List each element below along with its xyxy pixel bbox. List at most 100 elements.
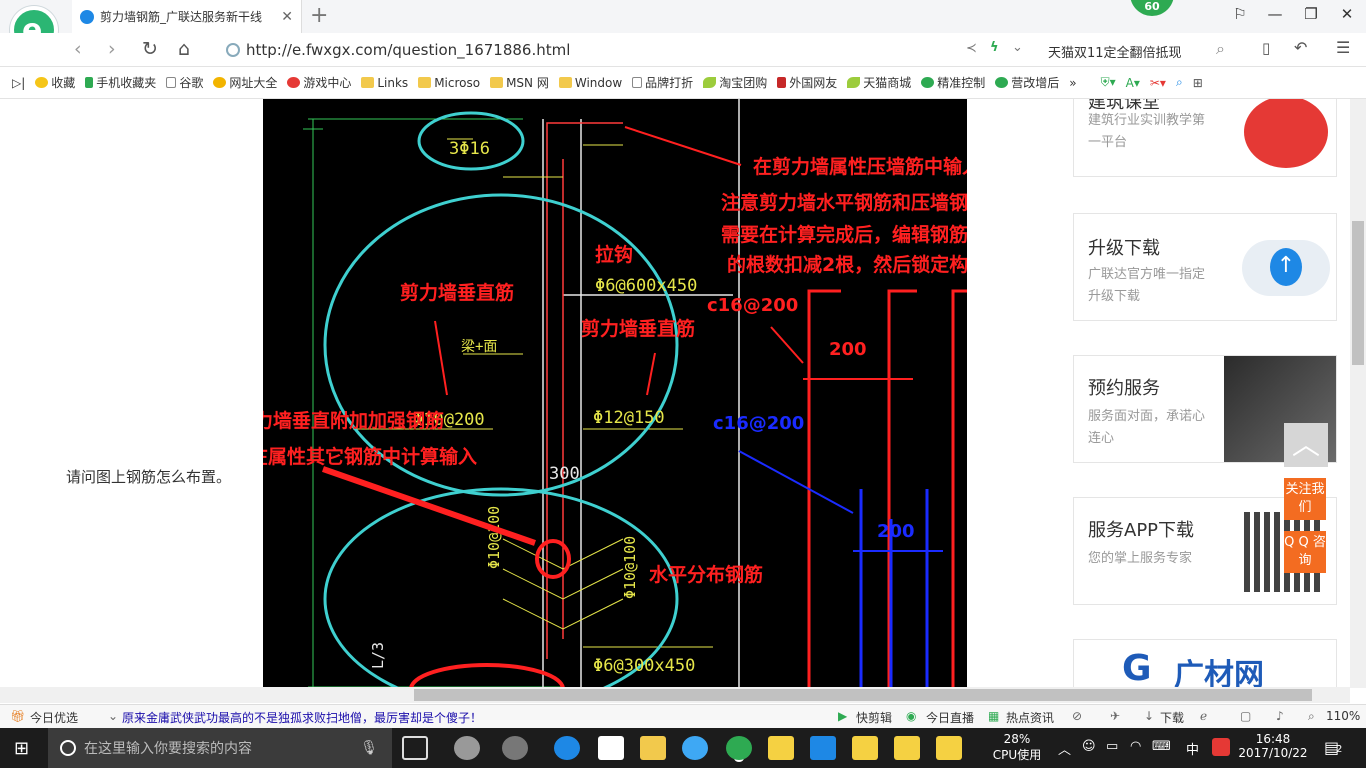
annotation-horizontal-dist: 水平分布钢筋 <box>649 563 763 586</box>
ad-card-training[interactable]: 建筑课堂 建筑行业实训教学第一平台 <box>1073 99 1337 177</box>
minimize-button[interactable]: — <box>1260 5 1290 23</box>
phone-icon[interactable]: ▯ <box>1262 39 1270 57</box>
cad-text-stirrup: Φ6@300x450 <box>593 656 695 676</box>
share-icon[interactable]: ≺ <box>966 41 977 56</box>
refresh-icon[interactable]: ↻ <box>142 38 158 60</box>
sidebar-toggle-icon[interactable]: ▷| <box>12 76 25 90</box>
more-bookmarks-icon[interactable]: » <box>1069 76 1076 90</box>
network-icon[interactable]: ▭ <box>1106 739 1118 754</box>
people-icon[interactable]: ☺ <box>1082 739 1096 754</box>
help-app-icon[interactable] <box>936 736 962 760</box>
keyboard-icon[interactable]: ⌨ <box>1152 739 1171 754</box>
vertical-scrollbar[interactable] <box>1350 99 1366 688</box>
promo-text[interactable]: 天猫双11定全翻倍抵现 <box>1048 42 1182 61</box>
ad-card-gcw[interactable]: G 广材网 <box>1073 639 1337 687</box>
live-link[interactable]: 今日直播 <box>926 709 974 726</box>
plus-app-icon[interactable] <box>810 736 836 760</box>
ad-card-upgrade[interactable]: 升级下载 广联达官方唯一指定升级下载 ↑ <box>1073 213 1337 321</box>
clock[interactable]: 16:48 2017/10/22 <box>1238 732 1308 760</box>
glodon-app-icon[interactable] <box>502 736 528 760</box>
browser-taskbar-icon[interactable] <box>726 736 752 760</box>
bookmark-item[interactable]: 游戏中心 <box>287 74 351 91</box>
bookmark-item[interactable]: 营改增后 <box>995 74 1059 91</box>
store-icon[interactable] <box>598 736 624 760</box>
hot-news-link[interactable]: 热点资讯 <box>1006 709 1054 726</box>
annotation-note-line3: 的根数扣减2根，然后锁定构件 <box>727 253 967 276</box>
bookmark-item[interactable]: 精准控制 <box>921 74 985 91</box>
taskbar-search-input[interactable]: 在这里输入你要搜索的内容 🎙︎ <box>48 728 392 768</box>
tab-current[interactable]: 剪力墙钢筋_广联达服务新干线 ✕ <box>72 0 302 33</box>
sogou-ime-icon[interactable] <box>1212 738 1230 756</box>
forward-icon[interactable]: › <box>108 38 116 60</box>
download-arrow-icon: ↓ <box>1144 709 1155 723</box>
speed-icon[interactable]: ⊘ <box>1072 709 1082 723</box>
wifi-icon[interactable]: ◠ <box>1130 739 1141 754</box>
volume-icon[interactable]: ♪ <box>1276 709 1284 723</box>
bookmark-item[interactable]: MSN 网 <box>490 74 549 91</box>
news-ticker-link[interactable]: 原来金庸武侠武功最高的不是独孤求败扫地僧，最厉害却是个傻子！ <box>122 709 482 726</box>
address-bar[interactable]: http://e.fwxgx.com/question_1671886.html <box>226 37 946 63</box>
quick-cut-link[interactable]: 快剪辑 <box>856 709 892 726</box>
bookmark-item[interactable]: 谷歌 <box>166 74 203 91</box>
file-explorer-icon[interactable] <box>640 736 666 760</box>
tab-close-icon[interactable]: ✕ <box>281 9 293 25</box>
undo-icon[interactable]: ↶ <box>1294 38 1307 57</box>
news-icon: ▦ <box>988 709 1000 723</box>
chevron-down-icon[interactable]: ⌄ <box>1012 40 1023 55</box>
qq-consult-button[interactable]: Q Q 咨询 <box>1284 531 1326 573</box>
bookmark-item[interactable]: 品牌打折 <box>632 74 693 91</box>
ie-icon[interactable] <box>682 736 708 760</box>
vertical-scrollbar-thumb[interactable] <box>1352 221 1364 365</box>
zoom-level[interactable]: 110% <box>1326 709 1360 723</box>
chevron-down-icon: ⌄ <box>108 709 119 723</box>
ime-indicator[interactable]: 中 <box>1186 739 1199 758</box>
bookmark-item[interactable]: 收藏 <box>35 74 75 91</box>
globe-icon <box>226 43 240 57</box>
gift-icon: 🎁︎ <box>10 709 26 723</box>
help-app-icon[interactable] <box>894 736 920 760</box>
extension-translate-icon[interactable]: A▾ <box>1126 76 1140 90</box>
pin-icon[interactable]: ⚐ <box>1225 5 1255 23</box>
bookmark-item[interactable]: 网址大全 <box>213 74 277 91</box>
lightning-icon[interactable]: ϟ <box>990 40 999 55</box>
fan-app-icon[interactable] <box>454 736 480 760</box>
pin-tool-icon[interactable]: ✈ <box>1110 709 1120 723</box>
follow-us-button[interactable]: 关注我们 <box>1284 478 1326 520</box>
bookmark-item[interactable]: 手机收藏夹 <box>85 74 156 91</box>
today-pick-label[interactable]: 今日优选 <box>30 709 78 726</box>
horizontal-scrollbar-thumb[interactable] <box>414 689 1312 701</box>
cad-text-dim300: 300 <box>549 464 580 484</box>
help-app-icon[interactable] <box>852 736 878 760</box>
task-view-icon[interactable] <box>402 736 428 760</box>
microphone-icon[interactable]: 🎙︎ <box>360 740 378 756</box>
bookmark-item[interactable]: 天猫商城 <box>847 74 911 91</box>
extension-cut-icon[interactable]: ✂▾ <box>1150 76 1166 90</box>
logo-swirl-icon <box>1244 99 1328 168</box>
window-icon[interactable]: ▢ <box>1240 709 1251 723</box>
windows-start-icon[interactable]: ⊞ <box>14 738 29 759</box>
zoom-icon[interactable]: ⌕ <box>1308 709 1315 724</box>
close-window-button[interactable]: ✕ <box>1332 5 1362 23</box>
notes-app-icon[interactable] <box>768 736 794 760</box>
cortana-icon <box>60 740 76 756</box>
bookmark-item[interactable]: Microso <box>418 76 480 90</box>
download-link[interactable]: 下载 <box>1160 709 1184 726</box>
search-icon[interactable]: ⌕ <box>1216 39 1225 59</box>
tray-expand-icon[interactable]: ︿ <box>1058 739 1071 758</box>
scroll-top-button[interactable]: ︿ <box>1284 423 1328 467</box>
grid-menu-icon[interactable]: ⊞ <box>1193 76 1203 90</box>
cpu-usage[interactable]: 28% CPU使用 <box>990 732 1044 763</box>
bookmark-item[interactable]: 淘宝团购 <box>703 74 767 91</box>
bookmark-item[interactable]: Window <box>558 76 622 90</box>
bookmark-item[interactable]: Links <box>361 76 408 90</box>
extension-shield-icon[interactable]: ⛨▾ <box>1101 75 1116 90</box>
ie-mode-icon[interactable]: ℯ <box>1200 709 1207 723</box>
new-tab-button[interactable]: + <box>310 3 328 28</box>
bookmark-item[interactable]: 外国网友 <box>777 74 837 91</box>
extension-search-icon[interactable]: ⌕ <box>1176 75 1183 90</box>
menu-icon[interactable]: ☰ <box>1336 38 1350 57</box>
home-icon[interactable]: ⌂ <box>178 38 190 60</box>
back-icon[interactable]: ‹ <box>74 38 82 60</box>
restore-button[interactable]: ❐ <box>1296 5 1326 23</box>
edge-icon[interactable] <box>554 736 580 760</box>
